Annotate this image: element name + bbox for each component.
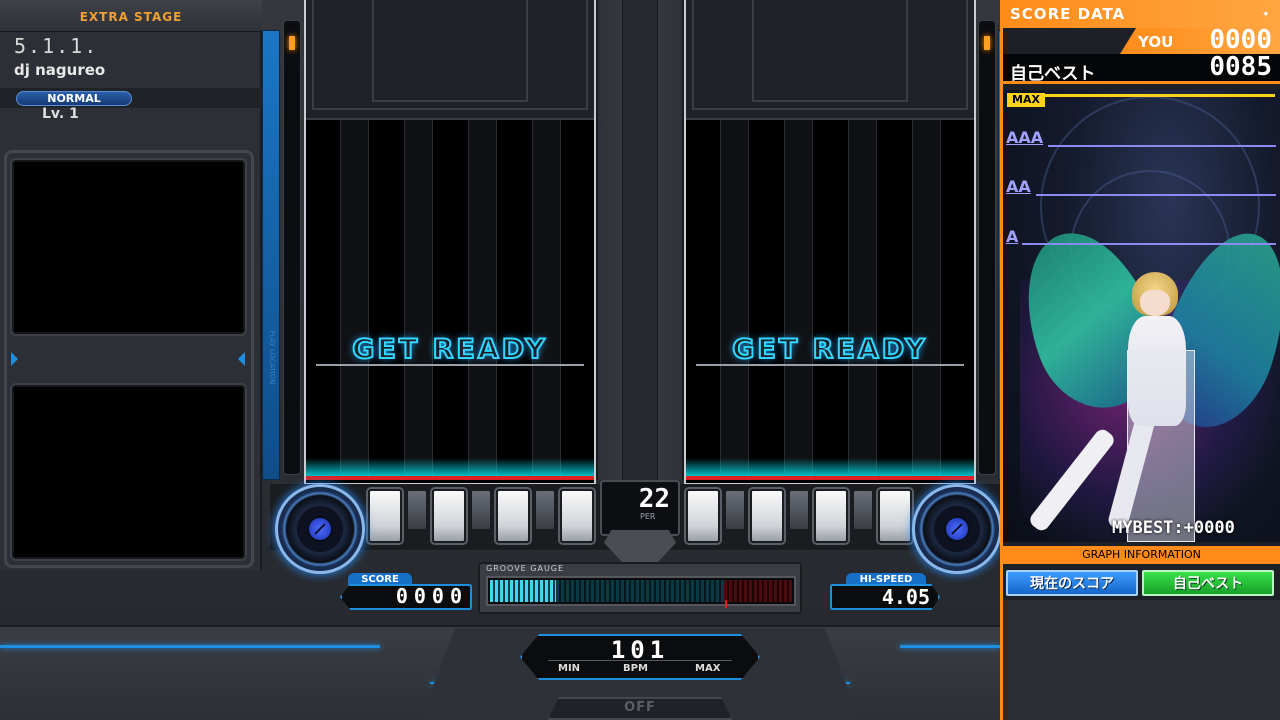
lane-dark [340,120,368,478]
personal-best-label: 自己ベスト [1010,64,1096,84]
bpm-max-label: MAX [695,663,721,674]
option-state: OFF [624,700,656,715]
get-ready-text-1p: GET READY [351,333,548,366]
personal-best-button[interactable]: 自己ベスト [1142,570,1274,596]
key-7-button-2p[interactable] [878,489,912,543]
bpm-divider [548,660,732,661]
accent-line-left [0,645,380,648]
lane-cover-frame [372,0,528,102]
character-face [1140,290,1170,316]
judge-line-1p [306,476,594,480]
mybest-graph-bar [1127,350,1195,542]
percent-value: 22 [638,484,670,514]
bpm-label: BPM [623,663,648,674]
difficulty-badge: NORMAL [16,91,132,106]
get-ready-underline [316,364,584,366]
lane-dark [912,120,940,478]
song-artist: dj nagureo [14,61,106,79]
lane-dark [532,120,560,478]
song-title: 5.1.1. [14,34,99,58]
groove-gauge-clear-zone [724,580,792,602]
score-data-title: SCORE DATA [1010,5,1126,23]
key-7-button[interactable] [560,489,594,543]
key-1-button-2p[interactable] [686,489,720,543]
lane-dark [848,120,876,478]
graph-information-header: GRAPH INFORMATION [1003,546,1280,564]
indicator-light-left [289,36,295,50]
center-strip [622,0,658,480]
bpm-min-label: MIN [558,663,581,674]
judge-glow-1p [306,458,594,476]
key-4-button[interactable] [470,489,492,531]
grade-a-label: A [1006,227,1019,246]
grade-max-label: MAX [1007,93,1045,107]
grade-aa-label: AA [1006,177,1031,196]
get-ready-text-2p: GET READY [731,333,928,366]
key-4-button-2p[interactable] [788,489,810,531]
grade-aa-line [1036,194,1276,196]
grade-max-line [1045,94,1275,97]
groove-gauge-border [725,600,727,608]
you-label: YOU [1138,33,1174,51]
grade-aaa-label: AAA [1006,128,1044,147]
lane-dark [784,120,812,478]
arrow-right-icon [11,352,18,366]
stage-label: EXTRA STAGE [79,10,183,24]
key-6-button[interactable] [534,489,556,531]
turntable-center-icon [307,516,333,542]
mybest-difference: MYBEST:+0000 [1112,518,1235,538]
arrow-left-icon [238,352,245,366]
bga-screen-top [10,158,247,336]
personal-best-value: 0085 [1209,52,1272,82]
key-3-button-2p[interactable] [750,489,784,543]
hispeed-value: 4.05 [881,585,930,609]
groove-gauge-label: GROOVE GAUGE [486,564,565,573]
percent-unit: PER [640,512,656,521]
you-score-value: 0000 [1209,25,1272,55]
indicator-light-right [984,36,990,50]
key-3-button[interactable] [432,489,466,543]
grade-aaa-line [1048,145,1276,147]
score-value: 0000 [395,584,468,608]
accent-line-right [900,645,1000,648]
key-1-button[interactable] [368,489,402,543]
bga-screen-bottom [10,383,247,561]
turntable-center-icon [944,516,970,542]
sparkle-icon: ✦ [1262,10,1270,20]
meter-left [283,20,301,475]
level-label: Lv. 1 [42,106,79,122]
key-5-button[interactable] [496,489,530,543]
key-2-button-2p[interactable] [724,489,746,531]
lane-dark [720,120,748,478]
judge-line-2p [686,476,974,480]
lane-dark [468,120,496,478]
grade-a-line [1022,243,1276,245]
get-ready-underline [696,364,964,366]
current-score-button[interactable]: 現在のスコア [1006,570,1138,596]
groove-gauge-fill [490,580,556,602]
lane-cover-frame [752,0,908,102]
meter-right [978,20,996,475]
judge-glow-2p [686,458,974,476]
graph-info-area [1003,600,1280,720]
side-label: PLAY LOCATION [268,330,276,385]
key-6-button-2p[interactable] [852,489,874,531]
key-5-button-2p[interactable] [814,489,848,543]
lane-dark [404,120,432,478]
key-2-button[interactable] [406,489,428,531]
